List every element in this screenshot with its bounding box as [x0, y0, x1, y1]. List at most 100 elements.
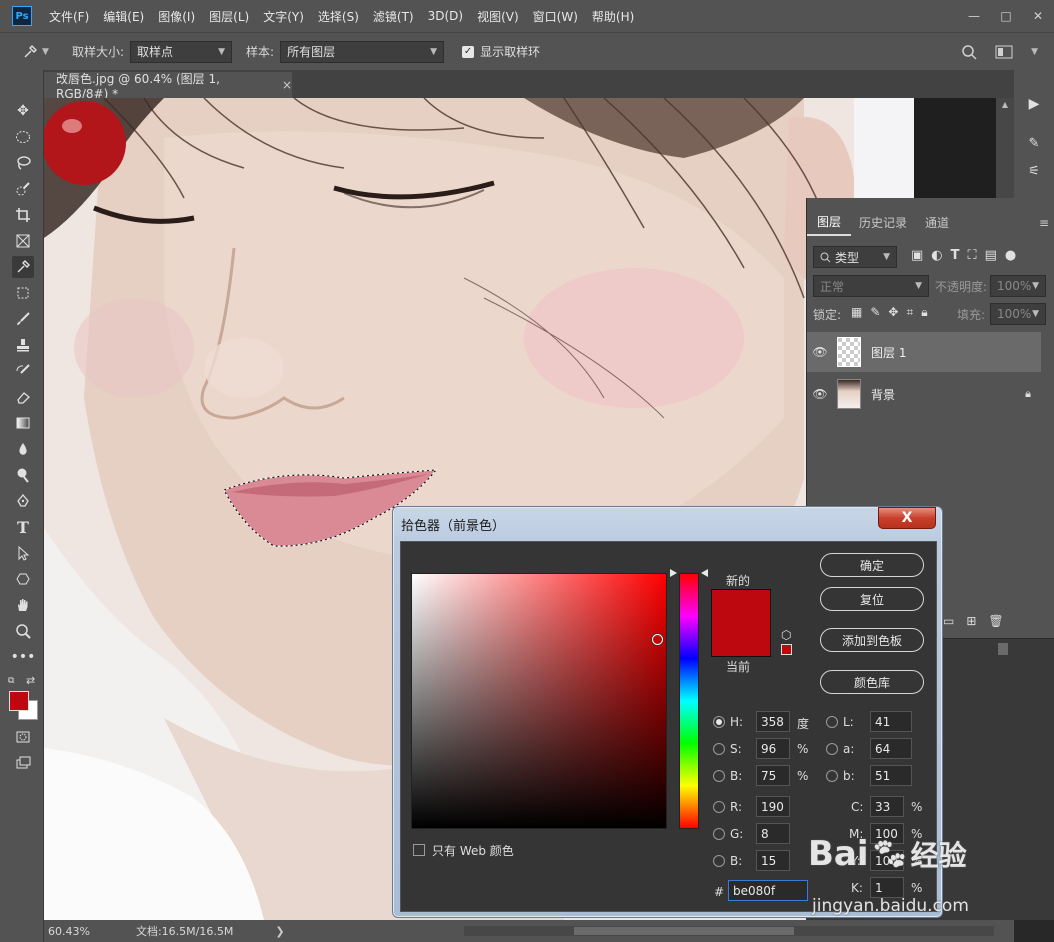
hex-input[interactable]: be080f	[728, 880, 808, 901]
eye-icon[interactable]: 👁︎	[807, 345, 833, 359]
layer-row-layer1[interactable]: 👁︎ 图层 1	[807, 332, 1041, 372]
horizontal-scroll-thumb[interactable]	[574, 927, 794, 935]
scroll-up-icon[interactable]: ▲	[998, 100, 1012, 110]
screen-mode-icon[interactable]	[12, 752, 34, 774]
lock-all-icon[interactable]: 🔒︎	[921, 305, 927, 320]
clone-stamp-tool-icon[interactable]	[12, 334, 34, 356]
ellipse-marquee-tool-icon[interactable]	[12, 126, 34, 148]
delete-layer-icon[interactable]: 🗑︎	[988, 614, 1003, 628]
shape-filter-icon[interactable]: ⛶	[968, 248, 977, 263]
m-input[interactable]: 100	[870, 823, 904, 844]
blue-input[interactable]: 15	[756, 850, 790, 871]
horizontal-scrollbar[interactable]	[464, 926, 994, 936]
layer-filter-select[interactable]: 类型 ▼	[813, 246, 897, 268]
hand-tool-icon[interactable]	[12, 594, 34, 616]
s-input[interactable]: 96	[756, 738, 790, 759]
g-input[interactable]: 8	[756, 823, 790, 844]
panel-menu-icon[interactable]: ≡	[1039, 216, 1049, 230]
lasso-tool-icon[interactable]	[12, 152, 34, 174]
document-tab[interactable]: 改唇色.jpg @ 60.4% (图层 1, RGB/8#) * ×	[44, 72, 292, 101]
blur-tool-icon[interactable]	[12, 438, 34, 460]
hue-slider-left-arrow[interactable]	[670, 569, 677, 577]
menu-select[interactable]: 选择(S)	[311, 8, 366, 25]
color-field-cursor[interactable]	[652, 634, 663, 645]
new-group-icon[interactable]: ▭	[943, 614, 954, 628]
k-input[interactable]: 1	[870, 877, 904, 898]
lock-artboard-icon[interactable]: ⌗	[906, 305, 913, 320]
h-input[interactable]: 358	[756, 711, 790, 732]
l-radio[interactable]	[826, 716, 838, 728]
play-icon[interactable]: ▶	[1024, 96, 1044, 116]
chevron-down-icon[interactable]: ▼	[1031, 47, 1038, 57]
gamut-cube-icon[interactable]: ⬡	[781, 628, 791, 642]
ok-button[interactable]: 确定	[820, 553, 924, 577]
r-input[interactable]: 190	[756, 796, 790, 817]
panel-scroll-thumb[interactable]	[998, 643, 1008, 655]
tab-layers[interactable]: 图层	[807, 208, 852, 236]
layer-row-background[interactable]: 👁︎ 背景 🔒︎	[807, 374, 1041, 414]
brush-tool-icon[interactable]	[12, 308, 34, 330]
adjustments-icon[interactable]: ⚟	[1024, 164, 1044, 184]
tool-preset-picker[interactable]: ▼	[22, 44, 58, 60]
quick-mask-icon[interactable]	[12, 726, 34, 748]
hue-slider[interactable]	[679, 573, 699, 829]
frame-tool-icon[interactable]	[12, 230, 34, 252]
search-icon[interactable]	[961, 44, 977, 60]
custom-shape-tool-icon[interactable]	[12, 568, 34, 590]
close-window-button[interactable]: ✕	[1022, 5, 1054, 27]
eraser-tool-icon[interactable]	[12, 386, 34, 408]
a-radio[interactable]	[826, 743, 838, 755]
close-tab-icon[interactable]: ×	[282, 78, 292, 92]
new-layer-icon[interactable]: ⊞	[966, 614, 976, 628]
path-selection-tool-icon[interactable]	[12, 542, 34, 564]
r-radio[interactable]	[713, 801, 725, 813]
c-input[interactable]: 33	[870, 796, 904, 817]
menu-image[interactable]: 图像(I)	[151, 8, 202, 25]
status-menu-arrow-icon[interactable]: ❯	[275, 925, 284, 938]
tab-channels[interactable]: 通道	[915, 208, 959, 236]
color-field[interactable]	[411, 573, 667, 829]
move-tool-icon[interactable]: ✥	[12, 100, 34, 122]
a-input[interactable]: 64	[870, 738, 912, 759]
blend-mode-select[interactable]: 正常 ▼	[813, 275, 929, 297]
menu-type[interactable]: 文字(Y)	[256, 8, 311, 25]
filter-toggle-icon[interactable]: ●	[1005, 248, 1016, 263]
dodge-tool-icon[interactable]	[12, 464, 34, 486]
type-tool-icon[interactable]: T	[12, 516, 34, 538]
hue-slider-right-arrow[interactable]	[701, 569, 708, 577]
menu-edit[interactable]: 编辑(E)	[96, 8, 151, 25]
swap-colors-icon[interactable]: ⇄	[26, 674, 38, 687]
fill-input[interactable]: 100% ▼	[990, 303, 1046, 325]
menu-3d[interactable]: 3D(D)	[421, 9, 470, 23]
tab-history[interactable]: 历史记录	[849, 208, 917, 236]
eye-icon[interactable]: 👁︎	[807, 387, 833, 401]
pen-tool-icon[interactable]	[12, 490, 34, 512]
add-to-swatches-button[interactable]: 添加到色板	[820, 628, 924, 652]
adjustment-filter-icon[interactable]: ◐	[931, 248, 942, 263]
lock-transparent-icon[interactable]: ▦	[851, 305, 862, 320]
brush-settings-icon[interactable]: ✎	[1024, 136, 1044, 156]
type-filter-icon[interactable]: T	[951, 248, 960, 263]
brightness-input[interactable]: 75	[756, 765, 790, 786]
show-ring-checkbox[interactable]: ✓	[462, 45, 475, 58]
dialog-close-button[interactable]: X	[878, 507, 936, 529]
image-filter-icon[interactable]: ▣	[911, 248, 923, 263]
l-input[interactable]: 41	[870, 711, 912, 732]
web-safe-swatch[interactable]	[781, 644, 792, 655]
gradient-tool-icon[interactable]	[12, 412, 34, 434]
eyedropper-tool-icon[interactable]	[12, 256, 34, 278]
web-only-checkbox[interactable]	[413, 844, 425, 856]
more-tools-icon[interactable]: •••	[11, 646, 36, 668]
healing-brush-tool-icon[interactable]	[12, 282, 34, 304]
b-lab-radio[interactable]	[826, 770, 838, 782]
restore-button[interactable]: □	[990, 5, 1022, 27]
opacity-input[interactable]: 100% ▼	[990, 275, 1046, 297]
y-input[interactable]: 100	[870, 850, 904, 871]
color-libraries-button[interactable]: 颜色库	[820, 670, 924, 694]
blue-radio[interactable]	[713, 855, 725, 867]
menu-file[interactable]: 文件(F)	[42, 8, 96, 25]
h-radio[interactable]	[713, 716, 725, 728]
lock-image-icon[interactable]: ✎	[870, 305, 880, 320]
menu-layer[interactable]: 图层(L)	[202, 8, 256, 25]
menu-view[interactable]: 视图(V)	[470, 8, 526, 25]
